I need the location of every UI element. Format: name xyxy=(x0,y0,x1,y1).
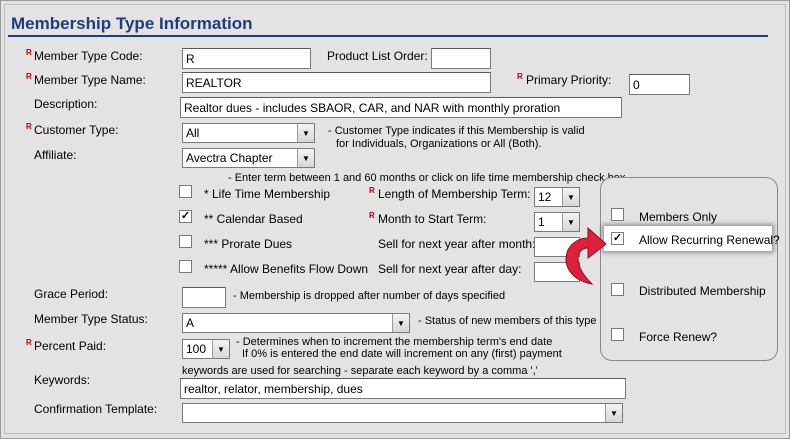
life-time-checkbox[interactable] xyxy=(179,185,192,198)
percent-paid-select[interactable]: 100 ▼ xyxy=(182,339,230,359)
month-to-start-label: Month to Start Term: xyxy=(378,212,487,226)
grace-period-note: - Membership is dropped after number of … xyxy=(233,290,506,302)
calendar-based-label: ** Calendar Based xyxy=(204,212,303,226)
prorate-dues-checkbox[interactable] xyxy=(179,235,192,248)
member-type-status-value: A xyxy=(186,316,195,330)
distributed-membership-label: Distributed Membership xyxy=(639,284,766,298)
member-type-status-note: - Status of new members of this type xyxy=(418,315,597,327)
dropdown-arrow-icon[interactable]: ▼ xyxy=(297,149,314,167)
page-title: Membership Type Information xyxy=(11,14,253,33)
keywords-note: keywords are used for searching - separa… xyxy=(182,365,538,377)
description-input[interactable]: Realtor dues - includes SBAOR, CAR, and … xyxy=(180,97,622,118)
member-type-status-select[interactable]: A ▼ xyxy=(182,313,410,333)
keywords-label: Keywords: xyxy=(34,373,91,387)
distributed-membership-checkbox[interactable] xyxy=(611,283,624,296)
customer-type-select[interactable]: All ▼ xyxy=(182,123,315,143)
required-marker: R xyxy=(26,338,32,347)
length-of-term-label: Length of Membership Term: xyxy=(378,187,531,201)
prorate-dues-label: *** Prorate Dues xyxy=(204,237,293,251)
customer-type-note: - Customer Type indicates if this Member… xyxy=(328,125,585,137)
sell-after-month-label: Sell for next year after month: xyxy=(378,237,536,251)
allow-recurring-renewal-label: Allow Recurring Renewal? xyxy=(639,233,780,247)
grace-period-input[interactable] xyxy=(182,287,226,308)
required-marker: R xyxy=(26,72,32,81)
dropdown-arrow-icon[interactable]: ▼ xyxy=(392,314,409,332)
sell-after-day-label: Sell for next year after day: xyxy=(378,262,522,276)
affiliate-label: Affiliate: xyxy=(34,148,77,162)
checkmark-icon: ✓ xyxy=(180,210,191,222)
member-type-name-input[interactable]: REALTOR xyxy=(182,72,491,93)
calendar-based-checkbox[interactable]: ✓ xyxy=(179,210,192,223)
month-to-start-value: 1 xyxy=(538,215,545,229)
force-renew-checkbox[interactable] xyxy=(611,328,624,341)
customer-type-label: Customer Type: xyxy=(34,123,119,137)
life-time-label: * Life Time Membership xyxy=(204,187,331,201)
allow-recurring-renewal-checkbox[interactable]: ✓ xyxy=(611,232,624,245)
product-list-order-input[interactable] xyxy=(431,48,491,69)
members-only-label: Members Only xyxy=(639,210,718,224)
affiliate-value: Avectra Chapter xyxy=(186,151,273,165)
length-of-term-value: 12 xyxy=(538,190,552,204)
checkmark-icon: ✓ xyxy=(612,232,623,244)
required-marker: R xyxy=(369,186,375,195)
affiliate-select[interactable]: Avectra Chapter ▼ xyxy=(182,148,315,168)
title-divider xyxy=(8,35,768,37)
members-only-checkbox[interactable] xyxy=(611,208,624,221)
required-marker: R xyxy=(369,211,375,220)
description-label: Description: xyxy=(34,97,98,111)
dropdown-arrow-icon[interactable]: ▼ xyxy=(297,124,314,142)
grace-period-label: Grace Period: xyxy=(34,287,109,301)
member-type-code-input[interactable]: R xyxy=(182,48,311,69)
keywords-input[interactable]: realtor, relator, membership, dues xyxy=(180,378,626,399)
customer-type-value: All xyxy=(186,126,200,140)
required-marker: R xyxy=(26,48,32,57)
dropdown-arrow-icon[interactable]: ▼ xyxy=(562,188,579,206)
length-of-term-select[interactable]: 12 ▼ xyxy=(534,187,580,207)
benefits-flow-down-label: ***** Allow Benefits Flow Down xyxy=(204,262,369,276)
percent-paid-label: Percent Paid: xyxy=(34,339,107,353)
product-list-order-label: Product List Order: xyxy=(327,49,428,63)
percent-paid-note: - Determines when to increment the membe… xyxy=(236,336,553,348)
required-marker: R xyxy=(517,72,523,81)
required-marker: R xyxy=(26,122,32,131)
primary-priority-label: Primary Priority: xyxy=(526,73,612,87)
member-type-code-label: Member Type Code: xyxy=(34,49,143,63)
primary-priority-input[interactable]: 0 xyxy=(629,74,690,95)
force-renew-label: Force Renew? xyxy=(639,330,718,344)
percent-paid-note-2: If 0% is entered the end date will incre… xyxy=(242,348,562,360)
customer-type-note-2: for Individuals, Organizations or All (B… xyxy=(336,138,542,150)
dropdown-arrow-icon[interactable]: ▼ xyxy=(605,404,622,422)
member-type-status-label: Member Type Status: xyxy=(34,312,148,326)
confirmation-template-select[interactable]: ▼ xyxy=(182,403,623,423)
benefits-flow-down-checkbox[interactable] xyxy=(179,260,192,273)
term-note: - Enter term between 1 and 60 months or … xyxy=(228,172,629,184)
member-type-name-label: Member Type Name: xyxy=(34,73,146,87)
curved-arrow-icon xyxy=(565,226,607,285)
confirmation-template-label: Confirmation Template: xyxy=(34,402,158,416)
dropdown-arrow-icon[interactable]: ▼ xyxy=(212,340,229,358)
percent-paid-value: 100 xyxy=(186,342,207,356)
